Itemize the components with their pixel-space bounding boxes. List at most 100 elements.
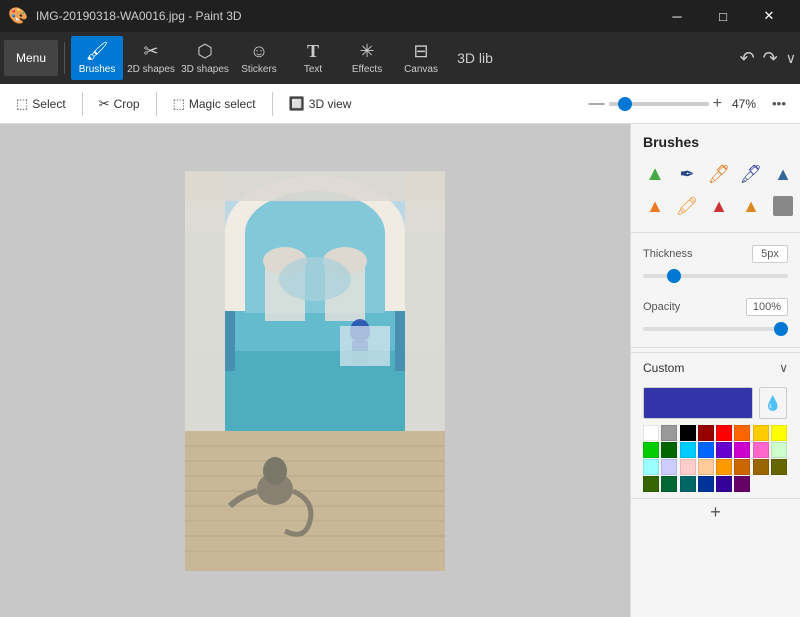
thickness-section: Thickness 5px [631, 237, 800, 290]
color-cell[interactable] [698, 459, 714, 475]
magic-select-button[interactable]: ⬚ Magic select [165, 92, 264, 116]
maximize-button[interactable]: □ [700, 0, 746, 32]
color-cell[interactable] [661, 459, 677, 475]
title-bar-left: 🎨 IMG-20190318-WA0016.jpg - Paint 3D [8, 6, 242, 26]
color-cell[interactable] [771, 442, 787, 458]
color-cell[interactable] [680, 459, 696, 475]
color-cell[interactable] [698, 476, 714, 492]
color-cell[interactable] [734, 476, 750, 492]
color-cell[interactable] [698, 425, 714, 441]
color-cell[interactable] [643, 425, 659, 441]
color-cell[interactable] [643, 476, 659, 492]
effects-icon: ✳ [359, 41, 374, 62]
opacity-section: Opacity 100% [631, 290, 800, 343]
3d-shapes-label: 3D shapes [181, 64, 229, 75]
tool-stickers[interactable]: ☺ Stickers [233, 36, 285, 80]
magic-select-icon: ⬚ [173, 96, 185, 112]
color-cell[interactable] [661, 476, 677, 492]
brush-item-pixel[interactable] [773, 196, 793, 216]
brush-item-highlighter[interactable]: 🖍 [673, 192, 701, 220]
crop-button[interactable]: ✂ Crop [91, 92, 148, 116]
3d-view-button[interactable]: 🔲 3D view [281, 92, 360, 116]
panel-title: Brushes [631, 124, 800, 156]
image-canvas [185, 171, 445, 571]
color-cell[interactable] [734, 459, 750, 475]
color-cell[interactable] [680, 442, 696, 458]
zoom-control: — + 47% ••• [589, 92, 792, 115]
color-cell[interactable] [734, 442, 750, 458]
color-cell[interactable] [753, 442, 769, 458]
main-area: Brushes ▲ ✒ 🖊 🖋 ▲ ▲ 🖍 ▲ ▲ Thickness 5px [0, 124, 800, 617]
color-cell[interactable] [698, 442, 714, 458]
color-cell[interactable] [771, 459, 787, 475]
color-cell[interactable] [661, 425, 677, 441]
brush-item-calligraphy[interactable]: ✒ [673, 160, 701, 188]
color-cell[interactable] [680, 425, 696, 441]
canvas-area[interactable] [0, 124, 630, 617]
thickness-label: Thickness [643, 248, 693, 260]
panel-divider2 [631, 347, 800, 348]
brushes-label: Brushes [79, 64, 116, 75]
crop-icon: ✂ [99, 96, 110, 112]
selected-color-swatch[interactable] [643, 387, 753, 419]
color-cell[interactable] [680, 476, 696, 492]
brush-item-pencil1[interactable]: ▲ [769, 160, 797, 188]
title-bar-title: IMG-20190318-WA0016.jpg - Paint 3D [36, 9, 242, 23]
thickness-slider[interactable] [643, 274, 788, 278]
brush-item-pen[interactable]: ▲ [641, 192, 669, 220]
title-bar-controls: ─ □ ✕ [654, 0, 792, 32]
minimize-button[interactable]: ─ [654, 0, 700, 32]
2d-icon: ✂ [143, 41, 158, 62]
undo-button[interactable]: ↶ [740, 48, 755, 69]
tool-effects[interactable]: ✳ Effects [341, 36, 393, 80]
tool-3d-library[interactable]: 3D lib [449, 36, 501, 80]
3d-library-icon: 3D lib [457, 50, 493, 66]
color-cell[interactable] [753, 459, 769, 475]
thickness-value: 5px [752, 245, 788, 263]
close-button[interactable]: ✕ [746, 0, 792, 32]
effects-label: Effects [352, 64, 382, 75]
tool-3d-shapes[interactable]: ⬡ 3D shapes [179, 36, 231, 80]
crop-label: Crop [114, 97, 140, 111]
toolbar2-more-button[interactable]: ••• [766, 92, 792, 115]
color-cell[interactable] [753, 425, 769, 441]
zoom-slider[interactable] [609, 102, 709, 106]
color-header[interactable]: Custom ∨ [631, 352, 800, 383]
3d-view-label: 3D view [309, 97, 352, 111]
toolbar2-sep2 [156, 92, 157, 116]
color-cell[interactable] [771, 425, 787, 441]
color-cell[interactable] [716, 442, 732, 458]
more-toolbar-button[interactable]: ∨ [786, 50, 796, 67]
tool-brushes[interactable]: 🖌 Brushes [71, 36, 123, 80]
color-cell[interactable] [643, 459, 659, 475]
color-cell[interactable] [716, 476, 732, 492]
thickness-label-row: Thickness 5px [643, 245, 788, 263]
select-button[interactable]: ⬚ Select [8, 92, 74, 116]
brush-item-oil[interactable]: 🖊 [705, 160, 733, 188]
color-cell[interactable] [643, 442, 659, 458]
color-cell[interactable] [716, 425, 732, 441]
canvas-label: Canvas [404, 64, 438, 75]
opacity-value: 100% [746, 298, 788, 316]
brushes-icon: 🖌 [86, 41, 109, 62]
brush-item-eraser[interactable]: ▲ [737, 192, 765, 220]
canvas-icon: ⊟ [413, 41, 428, 62]
3d-shapes-icon: ⬡ [197, 41, 213, 62]
zoom-minus-icon: — [589, 95, 605, 113]
color-cell[interactable] [661, 442, 677, 458]
opacity-slider[interactable] [643, 327, 788, 331]
brush-item-marker[interactable]: ▲ [641, 160, 669, 188]
photo-svg [185, 171, 445, 571]
tool-text[interactable]: T Text [287, 36, 339, 80]
brush-item-watercolor[interactable]: 🖋 [737, 160, 765, 188]
add-color-button[interactable]: + [631, 498, 800, 526]
tool-2d[interactable]: ✂ 2D shapes [125, 36, 177, 80]
menu-button[interactable]: Menu [4, 40, 58, 76]
tool-canvas[interactable]: ⊟ Canvas [395, 36, 447, 80]
brush-item-spray[interactable]: ▲ [705, 192, 733, 220]
eyedropper-button[interactable]: 💧 [759, 387, 787, 419]
color-cell[interactable] [734, 425, 750, 441]
redo-button[interactable]: ↷ [763, 48, 778, 69]
color-cell[interactable] [716, 459, 732, 475]
toolbar2-sep1 [82, 92, 83, 116]
